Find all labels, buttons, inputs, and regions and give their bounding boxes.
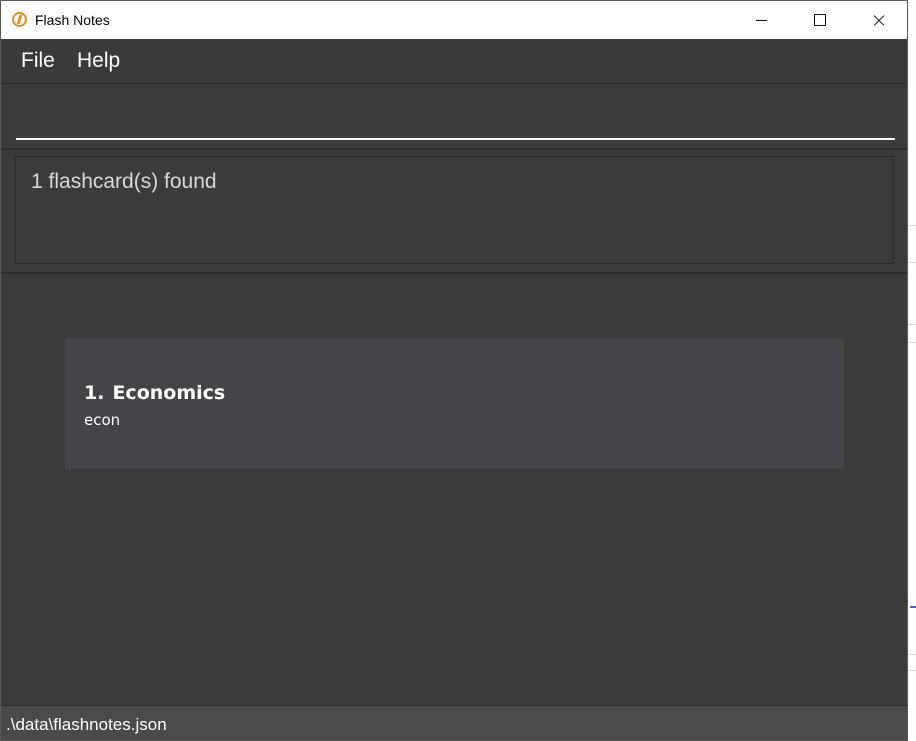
close-button[interactable] xyxy=(849,1,907,39)
flashcard-card[interactable]: 1. Economics econ xyxy=(65,338,844,469)
menu-help[interactable]: Help xyxy=(77,49,120,73)
background-window-edge xyxy=(908,0,916,741)
menu-file[interactable]: File xyxy=(21,49,55,73)
minimize-button[interactable] xyxy=(733,1,791,39)
maximize-button[interactable] xyxy=(791,1,849,39)
command-input[interactable] xyxy=(16,100,895,140)
flashcard-list: 1. Economics econ xyxy=(1,274,907,705)
flashcard-name: Economics xyxy=(112,382,226,404)
status-bar: .\data\flashnotes.json xyxy=(1,705,907,740)
result-message: 1 flashcard(s) found xyxy=(31,170,217,193)
title-bar: Flash Notes xyxy=(1,1,907,39)
minimize-icon xyxy=(756,20,767,21)
window-title: Flash Notes xyxy=(35,12,110,28)
status-file-path: .\data\flashnotes.json xyxy=(6,715,167,734)
flashcard-title: 1. Economics xyxy=(84,382,225,404)
flash-notes-logo-icon xyxy=(12,12,27,27)
flashcard-index: 1. xyxy=(84,382,105,404)
result-display: 1 flashcard(s) found xyxy=(15,156,894,264)
command-box-container xyxy=(1,84,907,150)
result-display-container: 1 flashcard(s) found xyxy=(1,150,907,274)
flashcard-tag: econ xyxy=(84,411,121,429)
maximize-icon xyxy=(814,14,826,26)
app-window: Flash Notes File Help 1 flashcard(s) fou… xyxy=(0,0,908,741)
menu-bar: File Help xyxy=(1,39,907,84)
